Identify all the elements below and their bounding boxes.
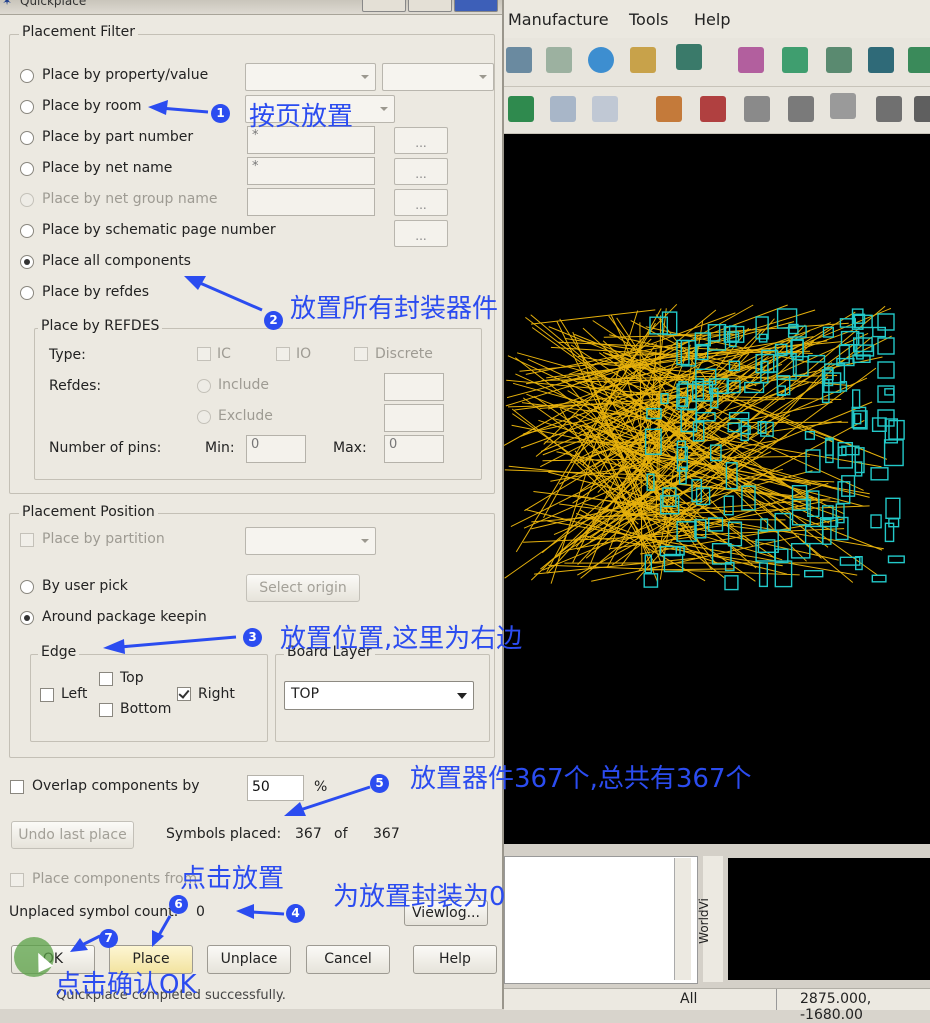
badge-6: 6 [169,895,188,914]
annotation-4: 为放置封装为0 [333,876,506,913]
arrow-6 [158,916,170,937]
arrow-7 [82,936,100,945]
annotation-1: 按页放置 [249,96,353,133]
arrow-4 [252,912,284,914]
annotation-2: 放置所有封装器件 [290,288,498,325]
arrow-2 [200,283,262,310]
annotation-3: 放置位置,这里为右边 [280,618,522,655]
annotation-6: 点击放置 [180,858,284,895]
arrow-3 [120,637,236,647]
badge-5: 5 [370,774,389,793]
badge-4: 4 [286,904,305,923]
arrowhead-1 [148,100,168,115]
arrowhead-3 [103,639,125,654]
arrowhead-4 [236,904,254,919]
badge-2: 2 [264,311,283,330]
annotation-5: 放置器件367个,总共有367个 [410,758,752,795]
badge-3: 3 [243,628,262,647]
arrow-1 [160,108,208,112]
badge-1: 1 [211,104,230,123]
badge-7: 7 [99,929,118,948]
arrow-5 [300,787,370,810]
annotation-arrows [0,0,930,1009]
arrowhead-5 [284,802,306,816]
annotation-7: 点击确认OK [55,964,197,1001]
